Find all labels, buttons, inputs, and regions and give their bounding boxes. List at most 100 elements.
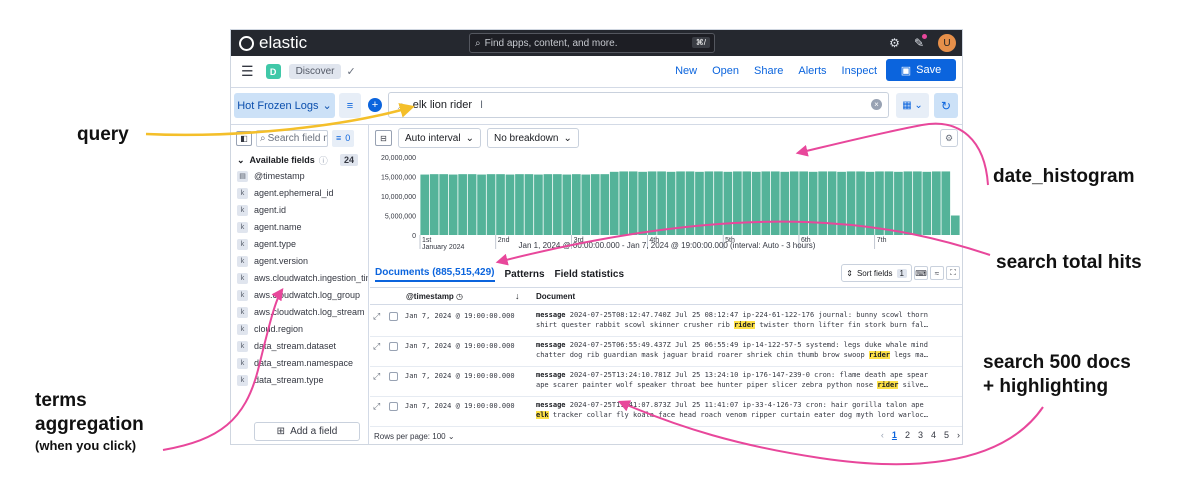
histogram-bar[interactable] [922, 171, 932, 235]
histogram-bar[interactable] [875, 171, 884, 235]
histogram-bar[interactable] [770, 171, 780, 235]
field-item[interactable]: k data_stream.namespace [231, 356, 368, 373]
row-checkbox[interactable] [389, 342, 398, 351]
histogram-bar[interactable] [458, 174, 467, 235]
nav-link-inspect[interactable]: Inspect [842, 65, 877, 77]
expand-icon[interactable]: ⤢ [373, 371, 380, 382]
row-checkbox[interactable] [389, 372, 398, 381]
date-picker-button[interactable]: ▦ ⌄ [896, 93, 929, 118]
histogram-bar[interactable] [467, 174, 477, 235]
field-item[interactable]: k agent.id [231, 203, 368, 220]
tab-patterns[interactable]: Patterns [505, 269, 545, 280]
nav-link-share[interactable]: Share [754, 65, 783, 77]
page-number[interactable]: 2 [905, 430, 910, 440]
clear-icon[interactable]: × [871, 99, 882, 110]
expand-icon[interactable]: ⤢ [373, 341, 380, 352]
table-row[interactable]: ⤢ Jan 7, 2024 @ 19:00:00.000 message 2024-… [370, 336, 962, 367]
page-number[interactable]: 1 [892, 430, 897, 440]
histogram-bar[interactable] [448, 174, 458, 235]
chart-options-icon[interactable]: ⚙ [940, 129, 958, 147]
sort-fields-button[interactable]: ⇕ Sort fields 1 [841, 264, 912, 282]
news-feed-icon[interactable]: ✎ [914, 34, 927, 50]
breakdown-dropdown[interactable]: No breakdown ⌄ [486, 128, 579, 148]
user-avatar[interactable]: U [938, 34, 956, 52]
histogram-bar[interactable] [751, 171, 761, 235]
histogram-bar[interactable] [638, 171, 647, 235]
tab-field-statistics[interactable]: Field statistics [555, 269, 624, 280]
histogram-bar[interactable] [439, 174, 449, 235]
histogram-bar[interactable] [553, 174, 562, 235]
histogram-bar[interactable] [733, 171, 742, 235]
breadcrumb-discover[interactable]: Discover [288, 64, 342, 79]
table-row[interactable]: ⤢ Jan 7, 2024 @ 19:00:00.000 message 2024-… [370, 396, 962, 427]
histogram-bar[interactable] [685, 171, 695, 235]
histogram-bar[interactable] [695, 171, 704, 235]
histogram-bar[interactable] [808, 171, 818, 235]
page-number[interactable]: 3 [918, 430, 923, 440]
available-fields-header[interactable]: ⌄ Available fields ⓘ 24 [231, 151, 368, 169]
histogram-bar[interactable] [505, 174, 515, 235]
nav-link-new[interactable]: New [675, 65, 697, 77]
space-avatar[interactable]: D [265, 64, 281, 79]
histogram-bar[interactable] [581, 174, 591, 235]
interval-dropdown[interactable]: Auto interval ⌄ [398, 128, 481, 148]
histogram-bar[interactable] [704, 171, 714, 235]
histogram-bar[interactable] [931, 171, 941, 235]
histogram-bar[interactable] [761, 171, 771, 235]
histogram-bar[interactable] [666, 171, 676, 235]
nav-link-alerts[interactable]: Alerts [798, 65, 826, 77]
histogram-bar[interactable] [865, 171, 875, 235]
field-filter-button[interactable]: ≡ 0 [332, 129, 355, 147]
histogram-bar[interactable] [486, 174, 496, 235]
field-item[interactable]: k agent.type [231, 237, 368, 254]
histogram-bar[interactable] [837, 171, 846, 235]
sidebar-toggle-icon[interactable]: ◧ [236, 130, 252, 146]
refresh-button[interactable]: ↻ [934, 93, 958, 118]
histogram-bar[interactable] [647, 171, 657, 235]
histogram-bar[interactable] [657, 171, 666, 235]
save-button[interactable]: ▣ Save [886, 59, 956, 81]
column-header-document[interactable]: Document [536, 292, 575, 301]
histogram-bar[interactable] [619, 171, 629, 235]
histogram-bar[interactable] [477, 174, 486, 235]
histogram-bar[interactable] [534, 174, 543, 235]
add-filter-button[interactable]: + [368, 98, 382, 112]
histogram-bar[interactable] [496, 174, 505, 235]
hide-chart-icon[interactable]: ⊟ [375, 130, 392, 146]
keyboard-icon[interactable]: ⌨ [914, 266, 928, 280]
histogram-bar[interactable] [420, 174, 430, 235]
page-number[interactable]: 5 [944, 430, 949, 440]
help-icon[interactable]: ⚙ [889, 36, 900, 50]
elastic-logo[interactable]: elastic [239, 33, 307, 53]
histogram-bar[interactable] [884, 171, 894, 235]
filter-menu-button[interactable]: ≡ [339, 93, 361, 118]
histogram-bar[interactable] [780, 171, 790, 235]
query-input[interactable]: ⌕ elk lion rider I × [388, 92, 889, 118]
field-item[interactable]: k agent.ephemeral_id [231, 186, 368, 203]
histogram-bar[interactable] [590, 174, 600, 235]
histogram-bar[interactable] [742, 171, 752, 235]
fullscreen-icon[interactable]: ⛶ [946, 266, 960, 280]
table-row[interactable]: ⤢ Jan 7, 2024 @ 19:00:00.000 message 2024-… [370, 366, 962, 397]
field-item[interactable]: k aws.cloudwatch.log_group [231, 288, 368, 305]
field-item[interactable]: k data_stream.dataset [231, 339, 368, 356]
histogram-bar[interactable] [628, 171, 638, 235]
add-field-button[interactable]: ⊞ Add a field [254, 422, 360, 441]
field-item[interactable]: k data_stream.type [231, 373, 368, 390]
prev-page-icon[interactable]: ‹ [881, 430, 884, 440]
histogram-bar[interactable] [941, 171, 951, 235]
rows-per-page-select[interactable]: Rows per page: 100 ⌄ [374, 432, 455, 441]
row-checkbox[interactable] [389, 402, 398, 411]
field-search-input[interactable]: ⌕ Search field names [256, 129, 328, 147]
histogram-bar[interactable] [903, 171, 913, 235]
tab-documents[interactable]: Documents (885,515,429) [375, 267, 495, 282]
histogram-bar[interactable] [846, 171, 856, 235]
date-histogram[interactable]: 20,000,000 15,000,000 10,000,000 5,000,000 0… [370, 151, 963, 251]
field-item[interactable]: k aws.cloudwatch.ingestion_time [231, 271, 368, 288]
expand-icon[interactable]: ⤢ [373, 311, 380, 322]
histogram-bar[interactable] [723, 171, 733, 235]
histogram-bar[interactable] [818, 171, 827, 235]
expand-icon[interactable]: ⤢ [373, 401, 380, 412]
global-search-input[interactable]: ⌕ Find apps, content, and more. ⌘/ [469, 33, 715, 53]
histogram-bar[interactable] [714, 171, 723, 235]
